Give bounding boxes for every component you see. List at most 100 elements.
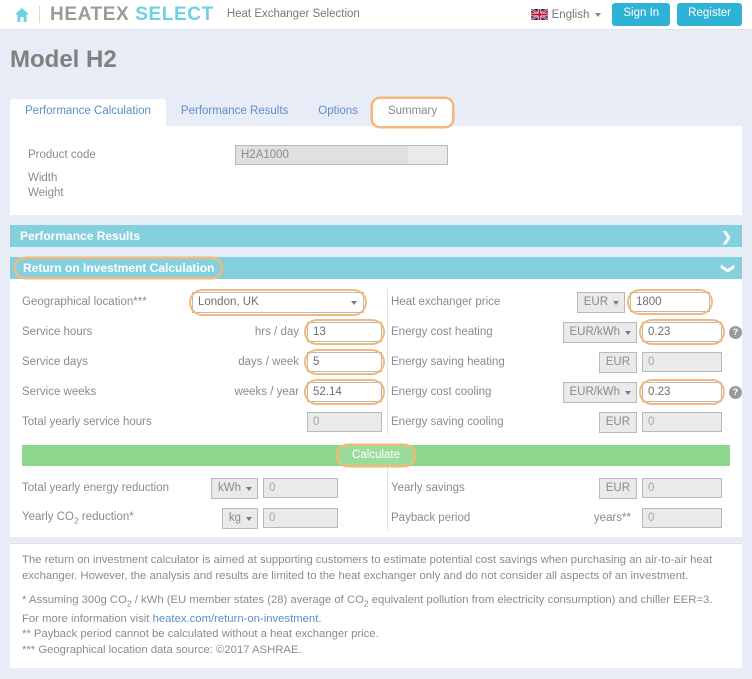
row-energy-cost-cooling: Energy cost cooling EUR/kWh 0.23 ? bbox=[391, 377, 742, 407]
row-yearly-savings: Yearly savings EUR 0 bbox=[391, 473, 742, 503]
yearly-savings-field: 0 bbox=[642, 478, 722, 498]
row-yearly-co2-reduction: Yearly CO2 reduction* kg 0 bbox=[22, 503, 382, 533]
energy-saving-cooling-label: Energy saving cooling bbox=[391, 416, 504, 428]
row-heat-exchanger-price: Heat exchanger price EUR 1800 bbox=[391, 287, 742, 317]
tab-summary[interactable]: Summary bbox=[372, 99, 453, 126]
top-bar-actions: English Sign In Register bbox=[530, 3, 742, 26]
energy-cost-cooling-field[interactable]: 0.23 bbox=[639, 379, 725, 405]
home-icon[interactable] bbox=[14, 7, 30, 23]
energy-cost-cooling-unit-select[interactable]: EUR/kWh bbox=[562, 381, 637, 403]
chevron-down-icon bbox=[613, 300, 619, 305]
yearly-savings-label: Yearly savings bbox=[391, 482, 465, 494]
footnote-asterisk-two: ** Payback period cannot be calculated w… bbox=[22, 628, 379, 641]
accordion-return-on-investment[interactable]: Return on Investment Calculation ❮ bbox=[10, 257, 742, 279]
tab-options[interactable]: Options bbox=[303, 99, 373, 126]
help-circle-icon[interactable]: ? bbox=[729, 325, 742, 339]
heat-exchanger-price-input[interactable]: 1800 bbox=[630, 292, 710, 312]
register-button[interactable]: Register bbox=[677, 3, 742, 26]
weight-label: Weight bbox=[28, 187, 64, 199]
co2-reduction-unit-label: kg bbox=[228, 512, 241, 524]
energy-cost-cooling-input[interactable]: 0.23 bbox=[642, 382, 722, 402]
brand-name-secondary: SELECT bbox=[135, 4, 214, 25]
service-hours-input[interactable]: 13 bbox=[307, 322, 382, 342]
energy-cost-cooling-unit-label: EUR/kWh bbox=[569, 386, 620, 398]
footnote1-part-a: * Assuming 300g CO bbox=[22, 594, 127, 606]
uk-flag-icon bbox=[530, 9, 548, 20]
chevron-down-icon bbox=[595, 12, 602, 17]
energy-reduction-unit-cell: kWh bbox=[192, 477, 258, 499]
service-days-field[interactable]: 5 bbox=[304, 349, 385, 375]
language-label: English bbox=[551, 8, 590, 21]
energy-saving-heating-unit: EUR bbox=[598, 351, 637, 373]
total-yearly-service-hours-input: 0 bbox=[307, 412, 382, 432]
energy-cost-heating-unit-cell: EUR/kWh bbox=[559, 321, 637, 343]
calculate-button-label: Calculate bbox=[338, 445, 414, 466]
service-weeks-field[interactable]: 52.14 bbox=[304, 379, 385, 405]
total-yearly-service-hours-field: 0 bbox=[307, 412, 382, 432]
roi-columns: Geographical location*** London, UK Serv… bbox=[10, 287, 742, 437]
energy-reduction-input: 0 bbox=[263, 478, 338, 498]
energy-reduction-unit-select[interactable]: kWh bbox=[211, 477, 258, 499]
chevron-down-icon bbox=[625, 390, 631, 395]
energy-saving-heating-unit-cell: EUR bbox=[559, 351, 637, 373]
heat-exchanger-price-unit-select[interactable]: EUR bbox=[576, 291, 625, 313]
payback-period-field: 0 bbox=[642, 508, 722, 528]
help-circle-icon[interactable]: ? bbox=[729, 385, 742, 399]
energy-reduction-field: 0 bbox=[263, 478, 338, 498]
energy-saving-heating-field: 0 bbox=[642, 352, 722, 372]
accordion-performance-results[interactable]: Performance Results ❯ bbox=[10, 225, 742, 247]
chevron-down-icon bbox=[625, 330, 631, 335]
energy-cost-heating-label: Energy cost heating bbox=[391, 326, 493, 338]
sign-in-button[interactable]: Sign In bbox=[612, 3, 671, 26]
row-payback-period: Payback period years** 0 bbox=[391, 503, 742, 533]
row-energy-saving-cooling: Energy saving cooling EUR 0 bbox=[391, 407, 742, 437]
language-selector[interactable]: English bbox=[530, 8, 602, 21]
heat-exchanger-price-field[interactable]: 1800 bbox=[627, 289, 713, 315]
energy-cost-heating-field[interactable]: 0.23 bbox=[639, 319, 725, 345]
footnote-asterisk-three: *** Geographical location data source: ©… bbox=[22, 643, 302, 656]
total-yearly-service-hours-label: Total yearly service hours bbox=[22, 416, 152, 428]
total-yearly-energy-reduction-label: Total yearly energy reduction bbox=[22, 482, 170, 494]
tab-performance-results[interactable]: Performance Results bbox=[166, 99, 303, 126]
geographical-location-field[interactable]: London, UK bbox=[189, 288, 367, 316]
payback-period-unit: years** bbox=[588, 508, 637, 529]
geographical-location-select[interactable]: London, UK bbox=[192, 291, 364, 313]
heat-exchanger-price-label: Heat exchanger price bbox=[391, 296, 501, 308]
service-days-label: Service days bbox=[22, 356, 88, 368]
accordion-return-on-investment-title: Return on Investment Calculation bbox=[16, 259, 221, 277]
brand-name-primary: HEATEX bbox=[50, 4, 130, 25]
calculate-button[interactable]: Calculate bbox=[22, 445, 730, 466]
energy-saving-cooling-input: 0 bbox=[642, 412, 722, 432]
heat-exchanger-price-unit-cell: EUR bbox=[559, 291, 625, 313]
service-weeks-input[interactable]: 52.14 bbox=[307, 382, 382, 402]
service-weeks-label: Service weeks bbox=[22, 386, 97, 398]
row-energy-cost-heating: Energy cost heating EUR/kWh 0.23 ? bbox=[391, 317, 742, 347]
summary-panel: Product code H2A1000 Width Weight bbox=[10, 126, 742, 215]
footnote1-part-b: / kWh (EU member states (28) average of … bbox=[131, 594, 364, 606]
product-code-label: Product code bbox=[28, 149, 96, 161]
footnote-asterisk-one: * Assuming 300g CO2 / kWh (EU member sta… bbox=[22, 593, 730, 627]
yearly-savings-unit: EUR bbox=[598, 477, 637, 499]
chevron-down-icon bbox=[246, 486, 252, 491]
chevron-down-icon: ❮ bbox=[719, 262, 735, 274]
service-hours-label: Service hours bbox=[22, 326, 93, 338]
co2-reduction-unit-select[interactable]: kg bbox=[221, 507, 258, 529]
energy-cost-heating-input[interactable]: 0.23 bbox=[642, 322, 722, 342]
energy-saving-heating-input: 0 bbox=[642, 352, 722, 372]
service-hours-field[interactable]: 13 bbox=[304, 319, 385, 345]
chevron-down-icon bbox=[246, 516, 252, 521]
roi-right-column: Heat exchanger price EUR 1800 Energy cos… bbox=[382, 287, 742, 437]
row-energy-saving-heating: Energy saving heating EUR 0 bbox=[391, 347, 742, 377]
energy-saving-cooling-field: 0 bbox=[642, 412, 722, 432]
co2-reduction-input: 0 bbox=[263, 508, 338, 528]
brand-tagline: Heat Exchanger Selection bbox=[226, 7, 360, 20]
yearly-savings-unit-label: EUR bbox=[605, 482, 630, 494]
row-service-weeks: Service weeks weeks / year 52.14 bbox=[22, 377, 385, 407]
tab-bar: Performance Calculation Performance Resu… bbox=[10, 99, 752, 126]
return-on-investment-link[interactable]: heatex.com/return-on-investment bbox=[153, 613, 319, 625]
tab-performance-calculation[interactable]: Performance Calculation bbox=[10, 99, 166, 126]
energy-cost-heating-unit-select[interactable]: EUR/kWh bbox=[562, 321, 637, 343]
payback-period-input: 0 bbox=[642, 508, 722, 528]
service-days-input[interactable]: 5 bbox=[307, 352, 382, 372]
payback-period-unit-label: years** bbox=[593, 512, 631, 524]
